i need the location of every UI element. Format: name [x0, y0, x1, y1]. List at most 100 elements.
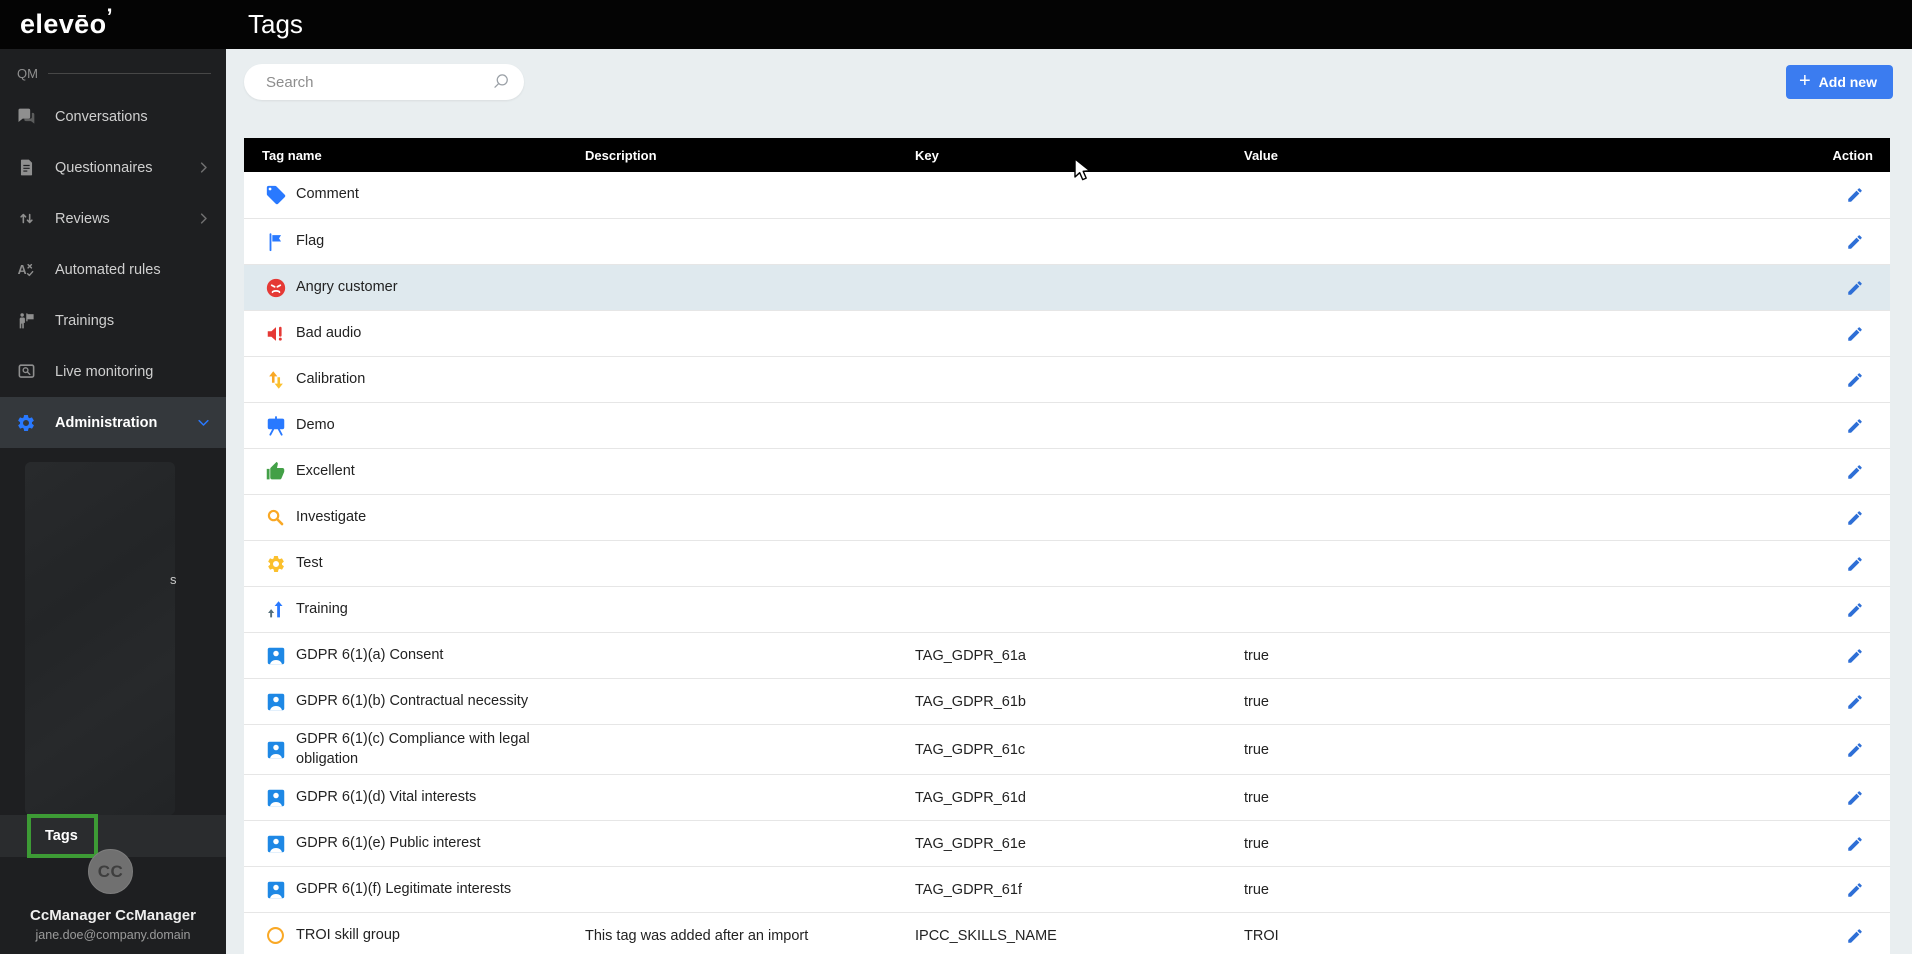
action-cell: [1790, 599, 1890, 621]
toolbar: + Add new: [244, 64, 1893, 100]
action-cell: [1790, 277, 1890, 299]
column-header-description: Description: [585, 147, 657, 163]
sidebar-item-administration[interactable]: Administration: [0, 397, 226, 448]
edit-tag-button[interactable]: [1844, 691, 1866, 713]
sidebar-item-live-monitoring[interactable]: Live monitoring: [0, 346, 226, 397]
tag-value: true: [1244, 647, 1269, 664]
tag-name: GDPR 6(1)(c) Compliance with legal oblig…: [296, 731, 530, 767]
table-header: Tag name Description Key Value Action: [244, 138, 1890, 172]
tag-key: TAG_GDPR_61f: [915, 881, 1022, 898]
bad-audio-icon: [264, 323, 287, 345]
search-input[interactable]: [264, 72, 491, 92]
tag-icon: [264, 184, 287, 206]
edit-tag-button[interactable]: [1844, 184, 1866, 206]
table-row[interactable]: TROI skill group This tag was added after…: [244, 912, 1890, 954]
action-cell: [1790, 323, 1890, 345]
sidebar-item-tags-label: Tags: [45, 828, 78, 844]
sidebar-item-questionnaires[interactable]: Questionnaires: [0, 142, 226, 193]
edit-tag-button[interactable]: [1844, 231, 1866, 253]
edit-tag-button[interactable]: [1844, 879, 1866, 901]
trainings-icon: [15, 311, 37, 330]
tag-value: true: [1244, 835, 1269, 852]
edit-tag-button[interactable]: [1844, 415, 1866, 437]
tag-name-cell: TROI skill group: [244, 920, 585, 951]
tag-name-cell: Training: [244, 594, 585, 625]
table-row[interactable]: Comment: [244, 172, 1890, 218]
top-bar: elevēo’ Tags: [0, 0, 1912, 49]
tag-name: GDPR 6(1)(f) Legitimate interests: [296, 880, 512, 897]
table-row[interactable]: Training: [244, 586, 1890, 632]
action-cell: [1790, 833, 1890, 855]
tag-key: TAG_GDPR_61e: [915, 835, 1026, 852]
table-body: Comment Flag Angry customer Bad audio Calibr…: [244, 172, 1890, 954]
tag-key: TAG_GDPR_61a: [915, 647, 1026, 664]
edit-tag-button[interactable]: [1844, 323, 1866, 345]
table-row[interactable]: Demo: [244, 402, 1890, 448]
tag-name-cell: Flag: [244, 226, 585, 258]
tag-key: TAG_GDPR_61b: [915, 693, 1026, 710]
tag-name: Bad audio: [296, 324, 362, 341]
tag-name: GDPR 6(1)(d) Vital interests: [296, 788, 477, 805]
tag-name: Flag: [296, 232, 325, 249]
chevron-right-icon: [192, 160, 214, 175]
sidebar-item-label: Automated rules: [55, 261, 161, 278]
edit-tag-button[interactable]: [1844, 739, 1866, 761]
eleveo-logo: elevēo’: [20, 3, 113, 40]
tag-value: TROI: [1244, 927, 1279, 944]
edit-tag-button[interactable]: [1844, 833, 1866, 855]
person-badge-icon: [264, 691, 287, 713]
tag-name: TROI skill group: [296, 926, 400, 943]
edit-tag-button[interactable]: [1844, 925, 1866, 947]
table-row[interactable]: GDPR 6(1)(d) Vital interests TAG_GDPR_61d…: [244, 774, 1890, 821]
tag-name-cell: Comment: [244, 179, 585, 211]
table-row[interactable]: Flag: [244, 218, 1890, 264]
table-row[interactable]: Bad audio: [244, 310, 1890, 356]
sidebar-nav: Conversations Questionnaires Reviews A Autom…: [0, 91, 226, 448]
sidebar-item-reviews[interactable]: Reviews: [0, 193, 226, 244]
tag-name-cell: Investigate: [244, 502, 585, 533]
search-box[interactable]: [244, 64, 524, 100]
sidebar: QM Conversations Questionnaires Reviews A Au…: [0, 49, 226, 954]
table-row[interactable]: Calibration: [244, 356, 1890, 402]
edit-tag-button[interactable]: [1844, 599, 1866, 621]
table-row[interactable]: GDPR 6(1)(a) Consent TAG_GDPR_61a true: [244, 632, 1890, 678]
tag-name-cell: Excellent: [244, 456, 585, 487]
main-content: + Add new Tag name Description Key Value Act…: [226, 49, 1912, 954]
tag-name-cell: GDPR 6(1)(c) Compliance with legal oblig…: [244, 725, 585, 774]
chevron-right-icon: [192, 211, 214, 226]
tag-value: true: [1244, 693, 1269, 710]
edit-tag-button[interactable]: [1844, 507, 1866, 529]
tag-name: Calibration: [296, 370, 366, 387]
table-row[interactable]: GDPR 6(1)(b) Contractual necessity TAG_GD…: [244, 678, 1890, 724]
circle-outline-icon: [264, 925, 287, 946]
edit-tag-button[interactable]: [1844, 645, 1866, 667]
add-new-button[interactable]: + Add new: [1785, 65, 1893, 99]
svg-text:A: A: [18, 263, 27, 277]
edit-tag-button[interactable]: [1844, 553, 1866, 575]
sidebar-item-trainings[interactable]: Trainings: [0, 295, 226, 346]
action-cell: [1790, 415, 1890, 437]
table-row[interactable]: GDPR 6(1)(e) Public interest TAG_GDPR_61e…: [244, 820, 1890, 867]
sidebar-item-automated-rules[interactable]: A Automated rules: [0, 244, 226, 295]
table-row[interactable]: Excellent: [244, 448, 1890, 494]
edit-tag-button[interactable]: [1844, 461, 1866, 483]
table-row[interactable]: GDPR 6(1)(f) Legitimate interests TAG_GDP…: [244, 866, 1890, 913]
table-row[interactable]: GDPR 6(1)(c) Compliance with legal oblig…: [244, 724, 1890, 775]
page-title: Tags: [248, 9, 303, 39]
sidebar-item-conversations[interactable]: Conversations: [0, 91, 226, 142]
table-row[interactable]: Investigate: [244, 494, 1890, 540]
edit-tag-button[interactable]: [1844, 369, 1866, 391]
test-gear-icon: [264, 554, 287, 574]
tag-name: GDPR 6(1)(b) Contractual necessity: [296, 692, 529, 709]
avatar[interactable]: CC: [88, 849, 133, 894]
tag-name-cell: Angry customer: [244, 272, 585, 304]
edit-tag-button[interactable]: [1844, 787, 1866, 809]
tag-name: Training: [296, 600, 348, 617]
sidebar-item-label: Reviews: [55, 210, 110, 227]
action-cell: [1790, 461, 1890, 483]
edit-tag-button[interactable]: [1844, 277, 1866, 299]
table-row[interactable]: Test: [244, 540, 1890, 586]
action-cell: [1790, 879, 1890, 901]
table-row[interactable]: Angry customer: [244, 264, 1890, 310]
action-cell: [1790, 369, 1890, 391]
